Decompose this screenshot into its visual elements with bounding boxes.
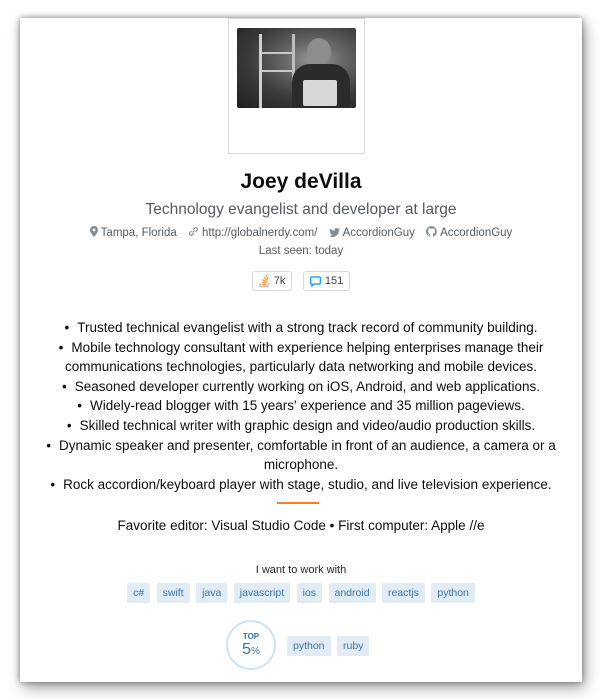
profile-name: Joey deVilla: [240, 170, 362, 193]
tag-python[interactable]: python: [431, 583, 475, 603]
top-value: 5%: [242, 641, 260, 658]
top-label: TOP: [242, 632, 260, 641]
website-link[interactable]: http://globalnerdy.com/: [202, 227, 318, 239]
work-with-tags: c# swift java javascript ios android rea…: [20, 583, 582, 603]
tag-ios[interactable]: ios: [296, 583, 323, 603]
reputation-value: 7k: [273, 275, 286, 287]
tag-java[interactable]: java: [196, 583, 228, 603]
tag-csharp[interactable]: c#: [127, 583, 151, 603]
summary-item: • Seasoned developer currently working on…: [61, 378, 541, 394]
profile-photo[interactable]: [237, 28, 356, 108]
profile-meta-row: Tampa, Florida http://globalnerdy.com/ A…: [20, 226, 582, 239]
summary-item: • Dynamic speaker and presenter, comforta…: [46, 437, 556, 473]
stats-badges: 7k 151: [20, 271, 582, 291]
favorites-line: Favorite editor: Visual Studio Code • Fi…: [117, 518, 485, 533]
summary-item: • Mobile technology consultant with exper…: [58, 339, 544, 375]
stack-overflow-icon: [259, 275, 269, 287]
profile-photo-frame: [228, 18, 365, 154]
top-tag-python[interactable]: python: [287, 636, 331, 656]
orange-divider: [277, 502, 319, 504]
github[interactable]: AccordionGuy: [426, 226, 512, 239]
summary-item: • Rock accordion/keyboard player with sta…: [50, 476, 552, 492]
profile-tagline: Technology evangelist and developer at l…: [145, 201, 457, 218]
link-icon: [188, 227, 198, 236]
twitter-handle[interactable]: AccordionGuy: [343, 227, 415, 239]
profile-summary-list: • Trusted technical evangelist with a str…: [20, 318, 582, 494]
location-text: Tampa, Florida: [100, 227, 177, 239]
github-icon: [426, 226, 437, 237]
top-tags: python ruby: [286, 636, 370, 656]
reputation-badge[interactable]: 7k: [251, 271, 293, 291]
answers-badge[interactable]: 151: [302, 271, 351, 291]
tag-swift[interactable]: swift: [156, 583, 190, 603]
github-handle[interactable]: AccordionGuy: [440, 227, 512, 239]
speech-bubble-icon: [309, 275, 321, 287]
summary-item: • Skilled technical writer with graphic d…: [66, 417, 536, 433]
twitter[interactable]: AccordionGuy: [328, 227, 415, 239]
top-tag-ruby[interactable]: ruby: [336, 636, 370, 656]
map-pin-icon: [89, 226, 98, 237]
tag-javascript[interactable]: javascript: [233, 583, 291, 603]
developer-story-card: Joey deVilla Technology evangelist and d…: [20, 18, 582, 682]
top-percent-badge[interactable]: TOP 5%: [226, 620, 276, 670]
work-with-label: I want to work with: [255, 564, 347, 576]
tag-reactjs[interactable]: reactjs: [381, 583, 425, 603]
answers-value: 151: [324, 275, 344, 287]
website[interactable]: http://globalnerdy.com/: [188, 226, 318, 239]
twitter-icon: [328, 228, 340, 237]
summary-item: • Widely-read blogger with 15 years' expe…: [77, 398, 525, 414]
summary-item: • Trusted technical evangelist with a str…: [64, 320, 538, 335]
last-seen: Last seen: today: [258, 245, 344, 257]
location: Tampa, Florida: [89, 226, 177, 239]
tag-android[interactable]: android: [328, 583, 376, 603]
